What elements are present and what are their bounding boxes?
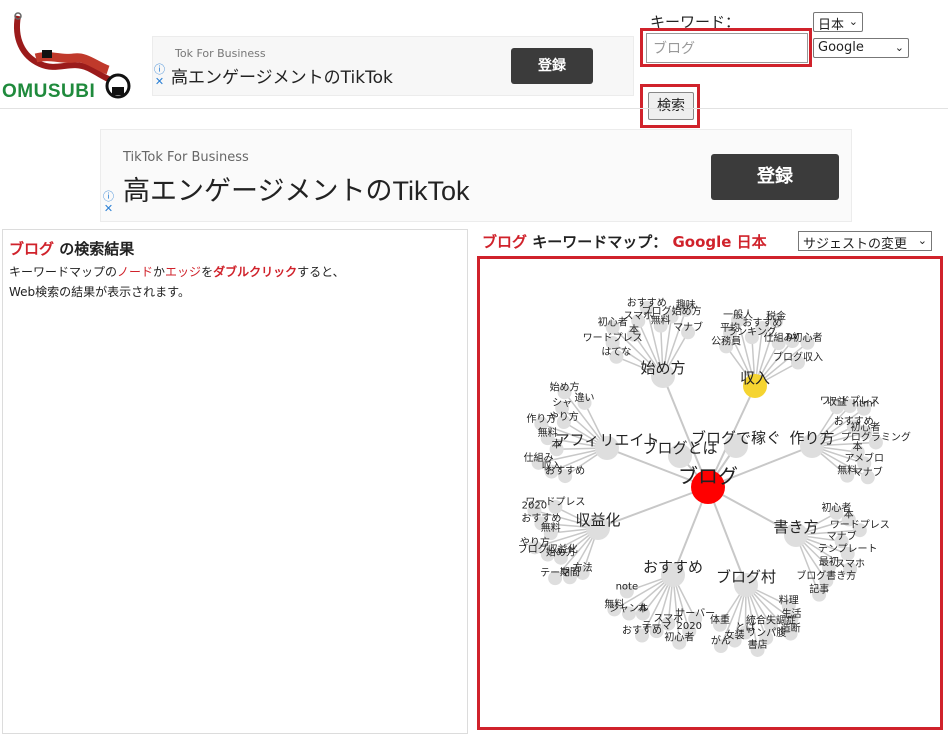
map-leaf-label[interactable]: 記事 (809, 583, 829, 596)
results-instructions: キーワードマップのノードかエッジをダブルクリックすると、 Web検索の結果が表示… (9, 262, 461, 302)
instruction-text: キーワードマップの (9, 265, 118, 279)
suggest-select-value: サジェストの変更 (803, 237, 908, 252)
ad-brand: Tok For Business (175, 47, 266, 60)
map-leaf-label[interactable]: 初心者 (792, 331, 822, 344)
map-leaf-label[interactable]: マナブ (827, 529, 857, 542)
map-leaf-label[interactable]: おすすめ (622, 625, 662, 637)
map-leaf-label[interactable]: 書店 (748, 638, 768, 651)
map-hub-label[interactable]: 収益化 (575, 511, 620, 529)
map-hub-label[interactable]: ブログ村 (716, 568, 776, 586)
keyword-map[interactable]: はてな ワードプレス 初心者本スマホ おすすめ 無料 ブログ始め方 趣味 マナブ 公務員 平均 一般… (477, 256, 943, 730)
ad-choices[interactable]: ⓘ ✕ (103, 191, 114, 215)
map-leaf-label[interactable]: 料理 (779, 594, 799, 607)
map-hub-label[interactable]: 作り方 (789, 429, 834, 447)
map-leaf-label[interactable]: おすすめ (521, 512, 561, 524)
map-leaf-label[interactable]: シャ (552, 398, 572, 409)
map-leaf-label[interactable]: テンプレート (818, 543, 878, 555)
ad-brand: TikTok For Business (123, 150, 249, 165)
results-keyword: ブログ (9, 240, 55, 258)
map-hub-label[interactable]: おすすめ (643, 558, 703, 576)
country-select-value: 日本 (818, 18, 845, 33)
map-leaf-label[interactable]: アメブロ (844, 451, 884, 464)
map-leaf-label[interactable]: ブログ収入 (773, 351, 823, 364)
map-leaf-label[interactable]: 始め方 (550, 380, 580, 393)
instruction-text: を (201, 265, 214, 279)
instruction-node: ノード (117, 265, 154, 279)
logo-text: OMUSUBI (2, 81, 96, 102)
keyword-input[interactable]: ブログ (646, 33, 808, 63)
engine-select[interactable]: Google ⌄ (813, 38, 909, 58)
instruction-double-click: ダブルクリック (213, 265, 298, 279)
map-leaf-label[interactable]: 税金 (766, 309, 786, 322)
ad-register-button[interactable]: 登録 (511, 48, 593, 84)
ad-banner-large[interactable]: TikTok For Business 高エンゲージメントのTikTok 登録 (100, 129, 852, 222)
chevron-down-icon: ⌄ (848, 15, 858, 28)
ad-register-button[interactable]: 登録 (711, 154, 839, 200)
map-label: キーワードマップ： (527, 233, 668, 251)
map-leaf-label[interactable]: 初心者 (664, 631, 694, 644)
instruction-text: すると、 (297, 265, 345, 279)
close-icon[interactable]: ✕ (103, 203, 114, 215)
instruction-text: Web検索の結果が表示されます。 (9, 285, 190, 299)
map-leaf-label[interactable]: やり方 (520, 535, 550, 548)
map-leaf-label[interactable]: プログラミング (841, 430, 911, 443)
map-leaf-label[interactable]: がん (711, 634, 731, 647)
map-hub-label[interactable]: 始め方 (640, 359, 685, 377)
map-leaf-label[interactable]: はてな (601, 346, 631, 358)
map-leaf-label[interactable]: ワードプレス (525, 496, 585, 508)
map-root-label[interactable]: ブログ (678, 464, 738, 488)
map-leaf-label[interactable]: やり方 (549, 410, 579, 423)
map-leaf-label[interactable]: マナブ (673, 320, 703, 333)
map-leaf-label[interactable]: 違い (575, 391, 595, 404)
map-leaf-label[interactable]: テーマ (540, 568, 570, 579)
map-leaf-label[interactable]: 本 (853, 440, 863, 453)
map-hub-label[interactable]: 収入 (740, 369, 770, 387)
country-select[interactable]: 日本 ⌄ (813, 12, 863, 33)
map-engine-country: Google 日本 (672, 233, 767, 251)
results-title: ブログ の検索結果 (9, 238, 461, 259)
engine-select-value: Google (818, 40, 864, 55)
map-leaf-label[interactable]: マナブ (853, 465, 883, 478)
ad-headline[interactable]: 高エンゲージメントのTikTok (123, 169, 469, 208)
map-hub-label[interactable]: ブログで稼ぐ (691, 429, 781, 447)
search-results-panel: ブログ の検索結果 キーワードマップのノードかエッジをダブルクリックすると、 W… (2, 229, 468, 734)
ad-choices[interactable]: ⓘ ✕ (154, 64, 165, 88)
map-leaf-label[interactable]: 本 (844, 507, 854, 520)
header-divider (0, 108, 948, 109)
map-leaf-label[interactable]: 無料 (604, 597, 624, 610)
map-leaf-label[interactable]: 最初 (819, 555, 839, 568)
chevron-down-icon: ⌄ (917, 234, 927, 247)
close-icon[interactable]: ✕ (154, 76, 165, 88)
ad-banner-small[interactable]: Tok For Business 高エンゲージメントのTikTok 登録 (152, 36, 634, 96)
site-logo[interactable]: OMUSUBI (0, 8, 140, 103)
instruction-text: か (153, 265, 166, 279)
map-leaf-label[interactable]: 本 (629, 323, 639, 336)
search-button[interactable]: 検索 (648, 92, 694, 120)
map-keyword: ブログ (482, 233, 528, 251)
map-hub-label[interactable]: 書き方 (773, 518, 818, 536)
map-leaf-label[interactable]: html (853, 399, 876, 410)
suggest-select[interactable]: サジェストの変更 ⌄ (798, 231, 932, 252)
map-leaf-label[interactable]: ワードプレス (830, 519, 890, 531)
chevron-down-icon: ⌄ (894, 41, 904, 54)
map-leaf-label[interactable]: note (616, 581, 639, 592)
map-leaf-label[interactable]: 無料 (837, 464, 857, 477)
map-leaf-label[interactable]: 仕組み (524, 451, 554, 464)
map-leaf-label[interactable]: ブログ書き方 (796, 569, 856, 582)
map-leaf-label[interactable]: 趣味 (676, 298, 696, 311)
map-leaf-label[interactable]: スマホ (835, 558, 865, 570)
instruction-edge: エッジ (165, 265, 202, 279)
ad-headline[interactable]: 高エンゲージメントのTikTok (171, 63, 393, 88)
keyword-map-canvas[interactable]: はてなワードプレス初心者本スマホおすすめ無料ブログ始め方趣味マナブ公務員平均一般… (480, 259, 940, 727)
keyword-map-title: ブログ キーワードマップ： Google 日本 (482, 231, 767, 252)
results-title-suffix: の検索結果 (54, 240, 135, 258)
